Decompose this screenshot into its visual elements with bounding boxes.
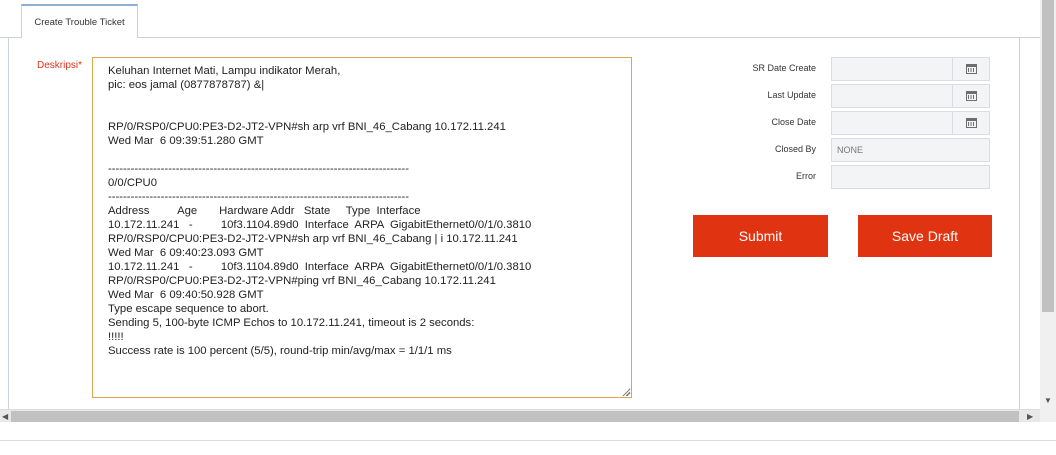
close-date-label: Close Date	[771, 117, 816, 127]
last-update-calendar-button[interactable]	[953, 84, 990, 108]
horizontal-scrollbar[interactable]: ◀ ▶	[0, 409, 1040, 422]
description-label-text: Deskripsi	[37, 60, 79, 71]
divider	[0, 440, 1056, 441]
sr-date-create-input[interactable]	[831, 57, 953, 81]
sr-date-create-calendar-button[interactable]	[953, 57, 990, 81]
scroll-down-arrow-icon[interactable]: ▼	[1044, 396, 1052, 405]
vertical-scrollbar[interactable]: ▼	[1040, 0, 1056, 409]
description-textarea[interactable]: Keluhan Internet Mati, Lampu indikator M…	[92, 57, 632, 398]
sr-date-create-row: SR Date Create	[700, 57, 1000, 81]
last-update-label: Last Update	[767, 90, 816, 100]
calendar-icon	[965, 91, 977, 101]
close-date-calendar-button[interactable]	[953, 111, 990, 135]
create-trouble-ticket-page: Create Trouble Ticket Deskripsi* Keluhan…	[0, 0, 1056, 455]
error-input[interactable]	[831, 165, 990, 189]
submit-button[interactable]: Submit	[693, 215, 828, 257]
scrollbar-corner	[1040, 409, 1056, 422]
required-mark: *	[78, 60, 83, 71]
error-label: Error	[796, 171, 816, 181]
calendar-icon	[965, 118, 977, 128]
closed-by-row: Closed By NONE	[700, 138, 1000, 162]
closed-by-input[interactable]: NONE	[831, 138, 990, 162]
error-row: Error	[700, 165, 1000, 189]
tab-create-trouble-ticket[interactable]: Create Trouble Ticket	[21, 4, 138, 39]
calendar-icon	[965, 64, 977, 74]
sr-date-create-label: SR Date Create	[752, 63, 816, 73]
closed-by-label: Closed By	[774, 144, 816, 154]
scroll-left-arrow-icon[interactable]: ◀	[2, 412, 8, 421]
close-date-row: Close Date	[700, 111, 1000, 135]
tab-strip: Create Trouble Ticket	[0, 0, 1040, 39]
resize-grip-icon[interactable]	[621, 387, 631, 397]
last-update-row: Last Update	[700, 84, 1000, 108]
save-draft-button[interactable]: Save Draft	[858, 215, 992, 257]
description-label: Deskripsi*	[37, 60, 82, 71]
close-date-input[interactable]	[831, 111, 953, 135]
last-update-input[interactable]	[831, 84, 953, 108]
horizontal-scroll-thumb[interactable]	[11, 411, 1019, 422]
vertical-scroll-thumb[interactable]	[1042, 0, 1054, 312]
scroll-right-arrow-icon[interactable]: ▶	[1027, 412, 1033, 421]
